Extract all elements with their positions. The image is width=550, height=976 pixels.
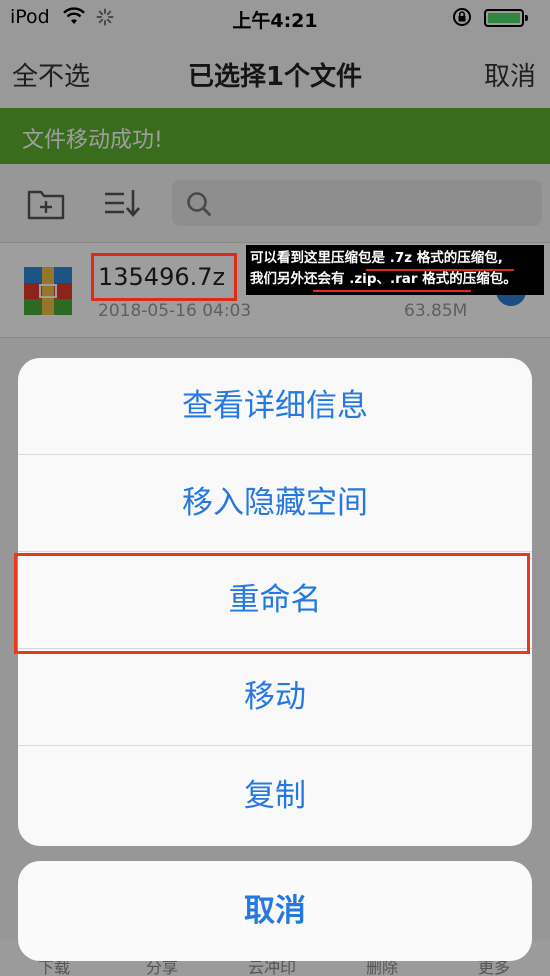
annotation-line-2: 我们另外还会有 .zip、.rar 格式的压缩包。 [250, 271, 517, 287]
annotation-underline [313, 290, 471, 292]
filename-highlight-box [91, 253, 237, 301]
action-sheet-cancel-button[interactable]: 取消 [18, 861, 532, 961]
action-view-details[interactable]: 查看详细信息 [18, 358, 532, 455]
annotation-underline [366, 269, 514, 271]
annotation-line-1: 可以看到这里压缩包是 .7z 格式的压缩包, [250, 250, 503, 266]
action-move-to-hidden[interactable]: 移入隐藏空间 [18, 455, 532, 552]
annotation-callout: 可以看到这里压缩包是 .7z 格式的压缩包, 我们另外还会有 .zip、.rar… [246, 245, 544, 295]
rename-highlight-box [14, 553, 530, 654]
action-copy[interactable]: 复制 [18, 746, 532, 846]
action-move[interactable]: 移动 [18, 649, 532, 746]
